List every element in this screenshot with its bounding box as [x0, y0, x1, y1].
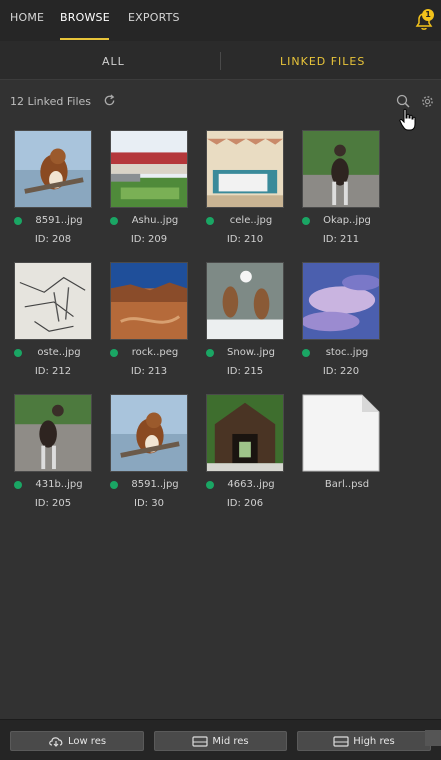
file-tile[interactable]: Barl..psd: [298, 394, 388, 514]
file-tile[interactable]: 431b..jpg ID: 205: [10, 394, 100, 514]
file-id: ID: 210: [226, 234, 264, 245]
file-name: Barl..psd: [324, 479, 370, 490]
canyon-photo: [110, 262, 188, 340]
drive-icon: [333, 736, 349, 747]
okapi-photo: [302, 130, 380, 208]
tab-browse[interactable]: BROWSE: [60, 11, 110, 24]
file-tile[interactable]: 8591..jpg ID: 208: [10, 130, 100, 250]
file-name: stoc..jpg: [325, 347, 369, 358]
file-name: 431b..jpg: [35, 479, 83, 490]
linked-status-dot: [206, 349, 214, 357]
file-id: ID: 212: [34, 366, 72, 377]
file-tile[interactable]: cele..jpg ID: 210: [202, 130, 292, 250]
file-name: Okap..jpg: [323, 215, 371, 226]
tab-linked-files[interactable]: LINKED FILES: [280, 55, 365, 68]
linked-status-dot: [14, 349, 22, 357]
file-tile[interactable]: Snow..jpg ID: 215: [202, 262, 292, 382]
high-res-button[interactable]: High res: [297, 731, 431, 751]
file-tile[interactable]: rock..peg ID: 213: [106, 262, 196, 382]
okapi-photo: [14, 394, 92, 472]
file-tile[interactable]: oste..jpg ID: 212: [10, 262, 100, 382]
linked-files-count: 12 Linked Files: [10, 95, 92, 108]
hand-cursor-icon: [399, 108, 416, 131]
top-nav: HOME BROWSE EXPORTS 1: [0, 0, 441, 41]
linked-status-dot: [14, 217, 22, 225]
file-name: 4663..jpg: [227, 479, 275, 490]
linked-status-dot: [110, 349, 118, 357]
file-name: cele..jpg: [229, 215, 273, 226]
file-name: 8591..jpg: [35, 215, 83, 226]
squirrel-photo: [110, 394, 188, 472]
file-id: ID: 211: [322, 234, 360, 245]
file-tile[interactable]: 8591..jpg ID: 30: [106, 394, 196, 514]
linked-status-dot: [110, 217, 118, 225]
linked-status-dot: [206, 481, 214, 489]
linked-status-dot: [302, 349, 310, 357]
covered-bridge-photo: [110, 130, 188, 208]
clouds-photo: [302, 262, 380, 340]
gear-icon[interactable]: [421, 95, 434, 108]
file-tile[interactable]: Okap..jpg ID: 211: [298, 130, 388, 250]
file-name: oste..jpg: [37, 347, 81, 358]
high-res-label: High res: [353, 735, 395, 747]
resolution-bar: Low res Mid res High res: [0, 719, 441, 760]
file-tile[interactable]: Ashu..jpg ID: 209: [106, 130, 196, 250]
file-id: ID: 208: [34, 234, 72, 245]
sketch-photo: [14, 262, 92, 340]
drive-icon: [192, 736, 209, 747]
linked-status-dot: [206, 217, 214, 225]
linked-status-dot: [110, 481, 118, 489]
file-name: Ashu..jpg: [131, 215, 179, 226]
squirrels-snow-photo: [206, 262, 284, 340]
subtab-divider: [220, 52, 221, 70]
file-name: 8591..jpg: [131, 479, 179, 490]
squirrel-photo: [14, 130, 92, 208]
file-tile[interactable]: 4663..jpg ID: 206: [202, 394, 292, 514]
linked-status-dot: [302, 217, 310, 225]
search-icon[interactable]: [396, 94, 410, 108]
wooden-bridge-photo: [206, 394, 284, 472]
file-name: Snow..jpg: [227, 347, 275, 358]
refresh-icon[interactable]: [103, 94, 116, 107]
file-id: ID: 220: [322, 366, 360, 377]
generic-file-icon: [302, 394, 380, 472]
mid-res-button[interactable]: Mid res: [154, 731, 287, 751]
low-res-label: Low res: [67, 735, 107, 747]
notification-badge: 1: [422, 9, 434, 21]
file-name: rock..peg: [131, 347, 179, 358]
mid-res-label: Mid res: [212, 735, 249, 747]
resize-grip[interactable]: [425, 730, 441, 746]
file-id: ID: 205: [34, 498, 72, 509]
tab-exports[interactable]: EXPORTS: [128, 11, 180, 24]
file-id: ID: 30: [134, 498, 164, 509]
tab-home[interactable]: HOME: [10, 11, 44, 24]
cloud-download-icon: [49, 737, 63, 747]
low-res-button[interactable]: Low res: [10, 731, 144, 751]
tab-all[interactable]: ALL: [102, 55, 125, 68]
file-tile[interactable]: stoc..jpg ID: 220: [298, 262, 388, 382]
file-id: ID: 213: [130, 366, 168, 377]
file-id: ID: 209: [130, 234, 168, 245]
bedroom-photo: [206, 130, 284, 208]
file-id: ID: 215: [226, 366, 264, 377]
linked-status-dot: [14, 481, 22, 489]
active-tab-indicator: [60, 38, 109, 40]
notifications-button[interactable]: 1: [413, 9, 435, 32]
file-id: ID: 206: [226, 498, 264, 509]
